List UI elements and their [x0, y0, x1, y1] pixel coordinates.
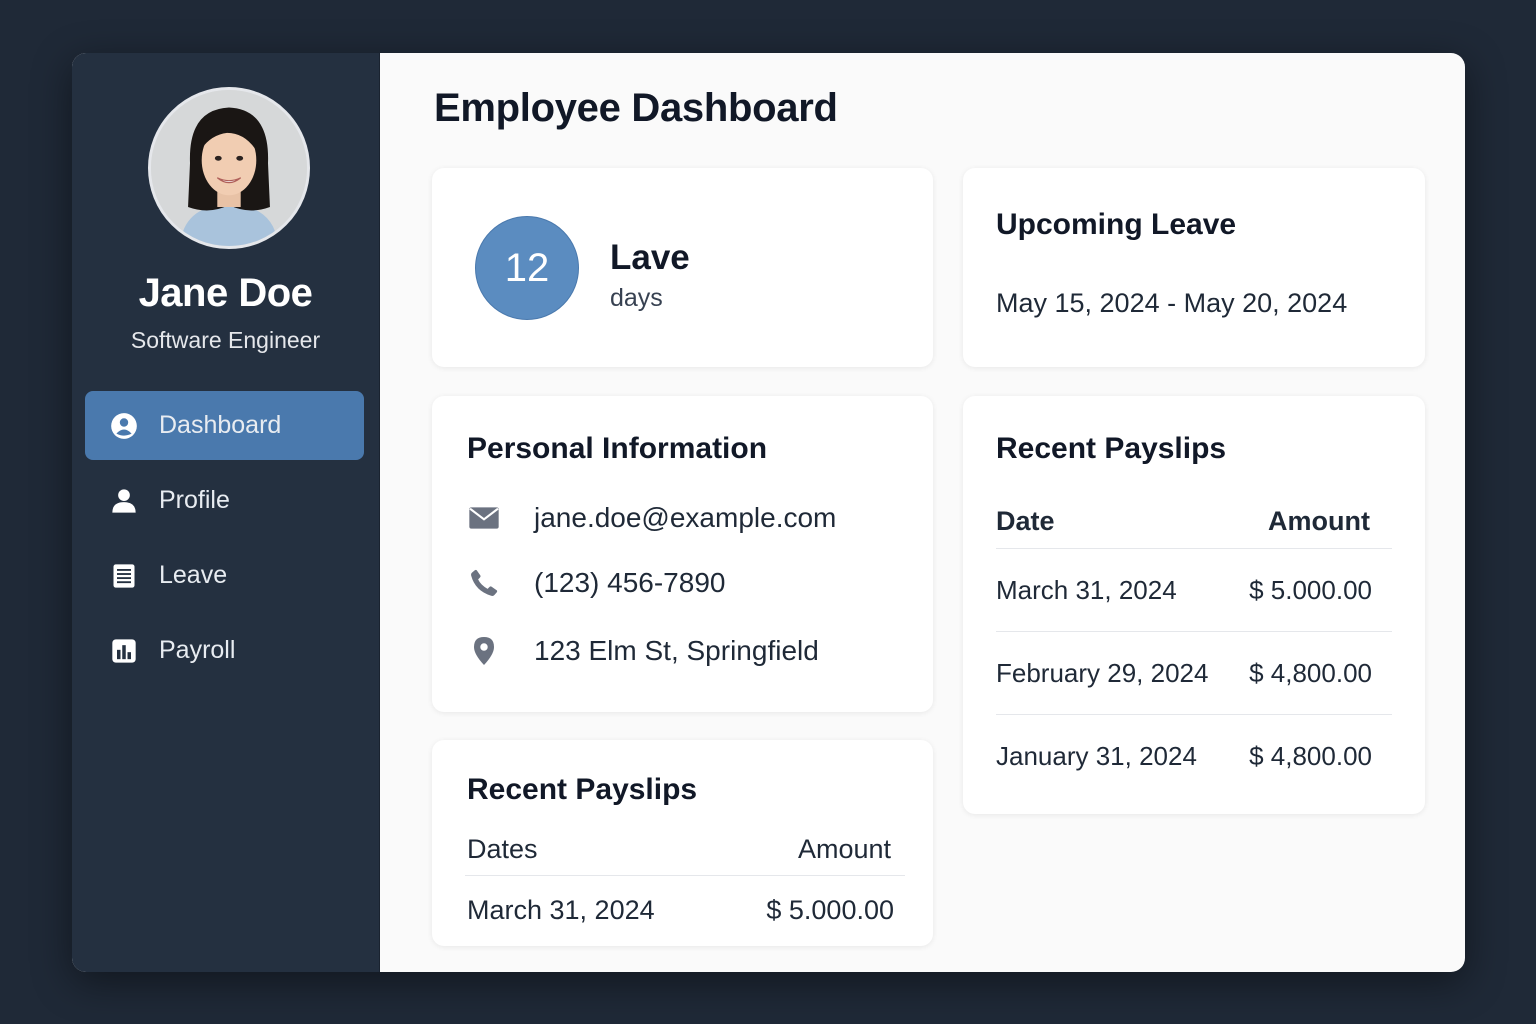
sidebar-item-payroll[interactable]: Payroll	[85, 616, 364, 685]
location-pin-icon	[467, 634, 501, 668]
header-divider	[465, 875, 905, 876]
payslip-date: March 31, 2024	[467, 895, 655, 925]
avatar	[148, 87, 310, 249]
phone-row[interactable]: (123) 456-7890	[467, 566, 725, 600]
app-window: Jane Doe Software Engineer Dashboard Pro…	[72, 53, 1465, 972]
sidebar-item-label: Profile	[159, 486, 230, 514]
document-icon	[109, 561, 139, 591]
payslip-amount: $ 4,800.00	[1249, 658, 1372, 688]
recent-payslips-card-small: Recent Payslips Dates Amount March 31, 2…	[432, 740, 933, 946]
phone-value: (123) 456-7890	[534, 567, 726, 598]
user-name: Jane Doe	[138, 271, 313, 315]
payslip-amount: $ 4,800.00	[1249, 741, 1372, 771]
user-circle-icon	[109, 411, 139, 441]
page-title: Employee Dashboard	[434, 86, 838, 130]
bar-chart-icon	[109, 636, 139, 666]
avatar-portrait	[151, 90, 307, 246]
address-value: 123 Elm St, Springfield	[534, 635, 819, 666]
table-row[interactable]: February 29, 2024 $ 4,800.00	[996, 631, 1392, 714]
column-header-amount: Amount	[1268, 506, 1370, 536]
column-header-date: Dates	[467, 834, 538, 864]
email-value: jane.doe@example.com	[534, 502, 837, 533]
payslip-amount: $ 5.000.00	[1249, 575, 1372, 605]
leave-count-badge: 12	[475, 216, 579, 320]
sidebar-item-leave[interactable]: Leave	[85, 541, 364, 610]
leave-unit: days	[610, 284, 663, 312]
payslip-date: January 31, 2024	[996, 741, 1197, 771]
sidebar-item-label: Payroll	[159, 636, 236, 664]
upcoming-leave-title: Upcoming Leave	[996, 208, 1237, 241]
sidebar-item-label: Dashboard	[159, 411, 282, 439]
column-header-amount: Amount	[797, 834, 891, 864]
payslip-date: February 29, 2024	[996, 658, 1209, 688]
phone-icon	[467, 566, 501, 600]
personal-info-title: Personal Information	[467, 432, 768, 465]
payslips-title: Recent Payslips	[467, 773, 698, 806]
upcoming-leave-card[interactable]: Upcoming Leave May 15, 2024 - May 20, 20…	[963, 168, 1425, 367]
recent-payslips-card: Recent Payslips Date Amount March 31, 20…	[963, 396, 1425, 814]
column-header-date: Date	[996, 506, 1055, 536]
table-row[interactable]: March 31, 2024 $ 5.000.00	[996, 548, 1392, 631]
mail-icon	[467, 501, 501, 535]
leave-label: Lave	[610, 238, 690, 277]
payslips-title: Recent Payslips	[996, 432, 1227, 465]
sidebar-item-profile[interactable]: Profile	[85, 466, 364, 535]
address-row[interactable]: 123 Elm St, Springfield	[467, 634, 819, 668]
upcoming-leave-range: May 15, 2024 - May 20, 2024	[996, 288, 1348, 318]
sidebar-item-label: Leave	[159, 561, 228, 589]
payslip-amount: $ 5.000.00	[766, 895, 894, 925]
payslip-date: March 31, 2024	[996, 575, 1177, 605]
sidebar-nav: Dashboard Profile Leave Payroll	[85, 391, 364, 691]
user-role: Software Engineer	[130, 327, 321, 353]
personal-info-card: Personal Information jane.doe@example.co…	[432, 396, 933, 712]
table-row[interactable]: January 31, 2024 $ 4,800.00	[996, 714, 1392, 797]
person-icon	[109, 486, 139, 516]
sidebar-item-dashboard[interactable]: Dashboard	[85, 391, 364, 460]
main-content: Employee Dashboard 12 Lave days Upcoming…	[380, 53, 1465, 972]
email-row[interactable]: jane.doe@example.com	[467, 501, 836, 535]
sidebar: Jane Doe Software Engineer Dashboard Pro…	[72, 53, 380, 972]
leave-balance-card[interactable]: 12 Lave days	[432, 168, 933, 367]
